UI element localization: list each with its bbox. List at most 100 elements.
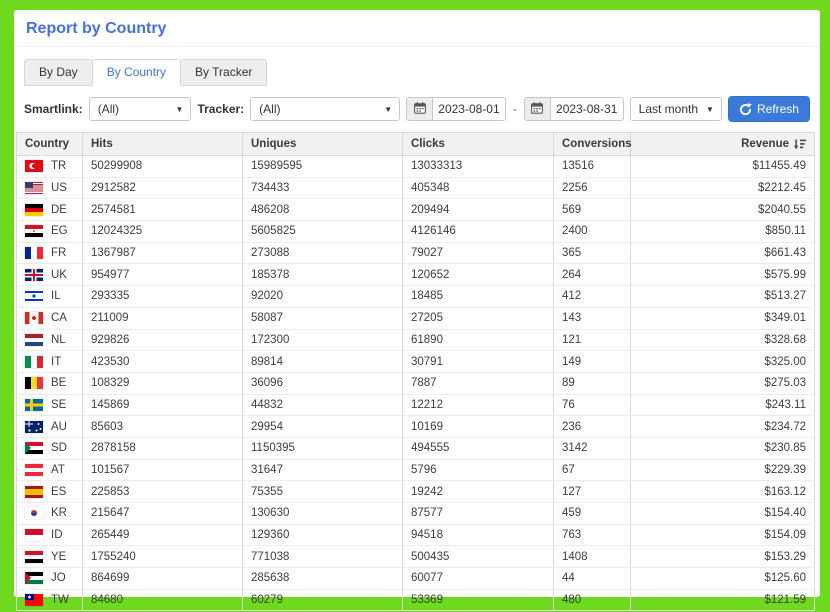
clicks-cell: 209494 bbox=[403, 199, 554, 221]
revenue-header-label: Revenue bbox=[741, 138, 789, 150]
table-row[interactable]: UK 954977 185378 120652 264 $575.99 bbox=[17, 264, 815, 286]
table-row[interactable]: US 2912582 734433 405348 2256 $2212.45 bbox=[17, 177, 815, 199]
clicks-cell: 494555 bbox=[403, 437, 554, 459]
hits-cell: 50299908 bbox=[83, 156, 243, 178]
revenue-cell: $121.59 bbox=[631, 589, 815, 611]
conversions-cell: 13516 bbox=[554, 156, 631, 178]
date-preset-select[interactable]: Last month ▼ bbox=[630, 97, 722, 121]
tracker-select[interactable]: (All) ▼ bbox=[250, 97, 400, 121]
smartlink-select-value: (All) bbox=[98, 102, 119, 116]
hits-cell: 929826 bbox=[83, 329, 243, 351]
hits-cell: 1367987 bbox=[83, 242, 243, 264]
table-row[interactable]: CA 211009 58087 27205 143 $349.01 bbox=[17, 307, 815, 329]
flag-icon-id bbox=[25, 529, 43, 541]
hits-cell: 293335 bbox=[83, 286, 243, 308]
hits-cell: 954977 bbox=[83, 264, 243, 286]
date-from-input[interactable]: 2023-08-01 bbox=[433, 98, 505, 120]
table-row[interactable]: TR 50299908 15989595 13033313 13516 $114… bbox=[17, 156, 815, 178]
flag-icon-us bbox=[25, 182, 43, 194]
flag-icon-sd bbox=[25, 442, 43, 454]
refresh-button[interactable]: Refresh bbox=[728, 96, 810, 122]
table-header-row: Country Hits Uniques Clicks Conversions … bbox=[17, 133, 815, 156]
revenue-cell: $154.40 bbox=[631, 503, 815, 525]
country-code: US bbox=[51, 182, 67, 194]
conversions-cell: 264 bbox=[554, 264, 631, 286]
date-to-group: 2023-08-31 bbox=[524, 97, 624, 121]
uniques-cell: 58087 bbox=[243, 307, 403, 329]
conversions-cell: 3142 bbox=[554, 437, 631, 459]
table-row[interactable]: NL 929826 172300 61890 121 $328.68 bbox=[17, 329, 815, 351]
country-code: EG bbox=[51, 225, 68, 237]
conversions-cell: 2400 bbox=[554, 221, 631, 243]
date-from-calendar-button[interactable] bbox=[407, 98, 433, 120]
table-row[interactable]: IT 423530 89814 30791 149 $325.00 bbox=[17, 351, 815, 373]
hits-cell: 2574581 bbox=[83, 199, 243, 221]
tab-by-tracker[interactable]: By Tracker bbox=[180, 59, 267, 86]
table-row[interactable]: SE 145869 44832 12212 76 $243.11 bbox=[17, 394, 815, 416]
country-code: IL bbox=[51, 290, 61, 302]
column-header-clicks[interactable]: Clicks bbox=[403, 133, 554, 156]
clicks-cell: 4126146 bbox=[403, 221, 554, 243]
clicks-cell: 87577 bbox=[403, 503, 554, 525]
panel-header: Report by Country bbox=[14, 10, 820, 47]
flag-icon-ye bbox=[25, 551, 43, 563]
uniques-cell: 273088 bbox=[243, 242, 403, 264]
clicks-cell: 5796 bbox=[403, 459, 554, 481]
uniques-cell: 60279 bbox=[243, 589, 403, 611]
table-row[interactable]: DE 2574581 486208 209494 569 $2040.55 bbox=[17, 199, 815, 221]
column-header-hits[interactable]: Hits bbox=[83, 133, 243, 156]
table-row[interactable]: YE 1755240 771038 500435 1408 $153.29 bbox=[17, 546, 815, 568]
column-header-revenue[interactable]: Revenue bbox=[631, 133, 815, 156]
revenue-cell: $850.11 bbox=[631, 221, 815, 243]
date-to-input[interactable]: 2023-08-31 bbox=[551, 98, 623, 120]
table-row[interactable]: KR 215647 130630 87577 459 $154.40 bbox=[17, 503, 815, 525]
conversions-cell: 365 bbox=[554, 242, 631, 264]
date-to-calendar-button[interactable] bbox=[525, 98, 551, 120]
country-code: ES bbox=[51, 486, 66, 498]
revenue-cell: $349.01 bbox=[631, 307, 815, 329]
uniques-cell: 172300 bbox=[243, 329, 403, 351]
revenue-cell: $243.11 bbox=[631, 394, 815, 416]
flag-icon-tw bbox=[25, 594, 43, 606]
revenue-cell: $11455.49 bbox=[631, 156, 815, 178]
column-header-country[interactable]: Country bbox=[17, 133, 83, 156]
uniques-cell: 285638 bbox=[243, 568, 403, 590]
country-code: TW bbox=[51, 594, 69, 606]
flag-icon-uk bbox=[25, 269, 43, 281]
clicks-cell: 18485 bbox=[403, 286, 554, 308]
tracker-select-value: (All) bbox=[259, 102, 280, 116]
table-row[interactable]: AU 85603 29954 10169 236 $234.72 bbox=[17, 416, 815, 438]
revenue-cell: $513.27 bbox=[631, 286, 815, 308]
clicks-cell: 13033313 bbox=[403, 156, 554, 178]
hits-cell: 12024325 bbox=[83, 221, 243, 243]
hits-cell: 1755240 bbox=[83, 546, 243, 568]
flag-icon-at bbox=[25, 464, 43, 476]
tab-by-day[interactable]: By Day bbox=[24, 59, 93, 86]
country-code: BE bbox=[51, 377, 66, 389]
uniques-cell: 130630 bbox=[243, 503, 403, 525]
table-row[interactable]: TW 84680 60279 53369 480 $121.59 bbox=[17, 589, 815, 611]
tab-by-country[interactable]: By Country bbox=[92, 59, 181, 86]
column-header-uniques[interactable]: Uniques bbox=[243, 133, 403, 156]
revenue-cell: $2040.55 bbox=[631, 199, 815, 221]
uniques-cell: 44832 bbox=[243, 394, 403, 416]
table-row[interactable]: FR 1367987 273088 79027 365 $661.43 bbox=[17, 242, 815, 264]
conversions-cell: 89 bbox=[554, 372, 631, 394]
country-code: AT bbox=[51, 464, 65, 476]
table-row[interactable]: SD 2878158 1150395 494555 3142 $230.85 bbox=[17, 437, 815, 459]
flag-icon-au bbox=[25, 421, 43, 433]
table-row[interactable]: BE 108329 36096 7887 89 $275.03 bbox=[17, 372, 815, 394]
table-row[interactable]: AT 101567 31647 5796 67 $229.39 bbox=[17, 459, 815, 481]
table-row[interactable]: ES 225853 75355 19242 127 $163.12 bbox=[17, 481, 815, 503]
column-header-conversions[interactable]: Conversions bbox=[554, 133, 631, 156]
table-row[interactable]: ID 265449 129360 94518 763 $154.09 bbox=[17, 524, 815, 546]
conversions-cell: 121 bbox=[554, 329, 631, 351]
table-row[interactable]: EG 12024325 5605825 4126146 2400 $850.11 bbox=[17, 221, 815, 243]
smartlink-select[interactable]: (All) ▼ bbox=[89, 97, 192, 121]
calendar-icon bbox=[531, 102, 543, 117]
table-row[interactable]: JO 864699 285638 60077 44 $125.60 bbox=[17, 568, 815, 590]
clicks-cell: 30791 bbox=[403, 351, 554, 373]
clicks-cell: 79027 bbox=[403, 242, 554, 264]
uniques-cell: 5605825 bbox=[243, 221, 403, 243]
table-row[interactable]: IL 293335 92020 18485 412 $513.27 bbox=[17, 286, 815, 308]
